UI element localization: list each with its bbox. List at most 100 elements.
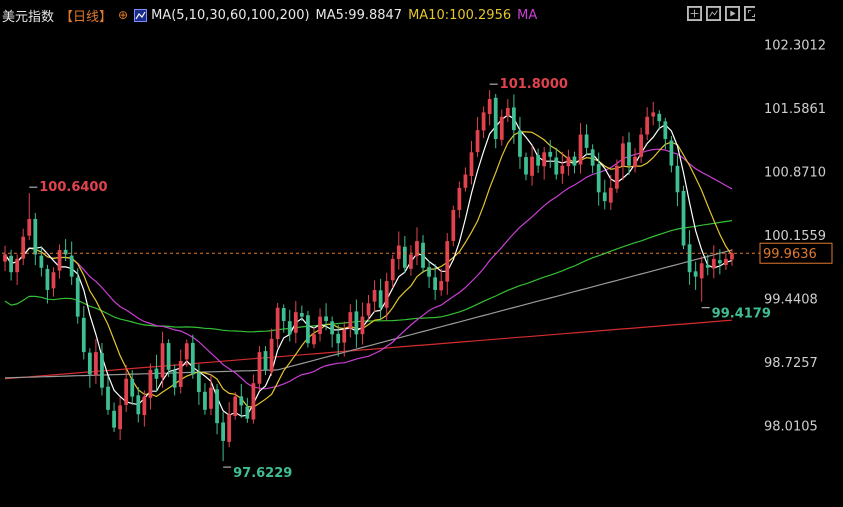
candle-body — [705, 264, 710, 268]
candle-body — [475, 130, 480, 153]
candle-body — [390, 258, 395, 281]
y-tick-label: 99.4408 — [764, 293, 818, 308]
candle-body — [324, 316, 328, 322]
candle-body — [39, 255, 44, 268]
candle-body — [318, 316, 322, 335]
candle-body — [493, 97, 498, 139]
ma-line-ma30 — [4, 148, 733, 390]
candle-body — [3, 254, 7, 262]
candle-body — [584, 134, 589, 148]
candle-body — [645, 116, 650, 135]
candle-body — [9, 255, 13, 273]
y-tick-label: 98.0105 — [764, 420, 818, 435]
candle-body — [197, 372, 201, 393]
candle-body — [675, 165, 680, 193]
candle-body — [669, 140, 674, 166]
candle-body — [627, 142, 631, 166]
candle-body — [681, 190, 686, 246]
candle-body — [112, 410, 116, 428]
candle-body — [693, 271, 698, 277]
candle-body — [130, 378, 135, 397]
candle-body — [396, 245, 401, 259]
candle-body — [602, 192, 607, 202]
high-annotation: 101.8000 — [500, 77, 568, 92]
candle-body — [427, 267, 431, 277]
candle-body — [596, 164, 601, 193]
y-tick-label: 101.5861 — [764, 102, 826, 117]
candle-body — [215, 389, 219, 424]
candle-body — [154, 368, 159, 379]
high-annotation: 100.6400 — [39, 180, 107, 195]
candle-body — [148, 369, 153, 398]
candle-body — [51, 272, 56, 289]
candle-body — [312, 334, 316, 345]
current-price-label: 99.9636 — [763, 247, 817, 262]
y-tick-label: 98.7257 — [764, 356, 818, 371]
candle-body — [621, 143, 625, 167]
candle-body — [348, 312, 353, 329]
candle-body — [221, 422, 225, 441]
candle-body — [512, 107, 516, 131]
candle-body — [342, 329, 347, 343]
candle-body — [184, 343, 189, 360]
candle-body — [94, 352, 98, 376]
candle-body — [421, 242, 425, 268]
candle-body — [524, 157, 528, 175]
candle-body — [172, 370, 177, 388]
candle-body — [203, 391, 207, 410]
candle-body — [306, 315, 310, 344]
candle-body — [451, 210, 456, 241]
candle-body — [409, 254, 413, 269]
candle-body — [639, 134, 643, 157]
candle-body — [384, 281, 389, 308]
candle-body — [530, 156, 534, 176]
candle-body — [724, 258, 728, 266]
candle-body — [372, 289, 377, 302]
candle-body — [33, 218, 38, 255]
candle-body — [136, 395, 141, 415]
candle-body — [614, 165, 619, 189]
candle-body — [106, 386, 110, 410]
candle-body — [142, 396, 147, 416]
candle-body — [251, 383, 256, 420]
candle-body — [717, 260, 722, 264]
candle-body — [81, 317, 86, 353]
candle-body — [663, 121, 668, 139]
candle-body — [499, 116, 504, 140]
candle-body — [687, 244, 692, 273]
candle-body — [287, 321, 292, 335]
candle-body — [711, 258, 716, 269]
candle-body — [505, 107, 510, 116]
candle-body — [590, 149, 595, 166]
candle-body — [608, 187, 613, 203]
candle-body — [239, 396, 244, 406]
candle-body — [433, 277, 438, 290]
candle-body — [566, 156, 571, 167]
candle-body — [15, 258, 20, 273]
candle-body — [245, 406, 250, 419]
candle-body — [487, 99, 492, 115]
candle-body — [542, 152, 547, 167]
candle-body — [378, 290, 383, 308]
candle-body — [263, 351, 268, 370]
candle-body — [481, 112, 486, 131]
candlestick-chart[interactable]: 102.3012101.5861100.8710100.155999.44089… — [0, 0, 843, 507]
candle-body — [21, 236, 26, 259]
candle-body — [233, 396, 238, 416]
candle-body — [293, 312, 298, 333]
candle-body — [87, 352, 92, 375]
candle-body — [227, 414, 232, 442]
candle-body — [63, 249, 68, 255]
candle-body — [190, 342, 195, 375]
candle-body — [578, 134, 583, 165]
candle-body — [299, 312, 304, 317]
candle-body — [536, 155, 540, 166]
low-annotation: 99.4179 — [712, 307, 771, 322]
candle-body — [100, 353, 104, 388]
candle-body — [160, 343, 165, 378]
candle-body — [554, 157, 559, 175]
candle-body — [572, 156, 577, 166]
candle-body — [651, 112, 656, 117]
candle-body — [469, 152, 474, 177]
candle-body — [457, 187, 462, 211]
